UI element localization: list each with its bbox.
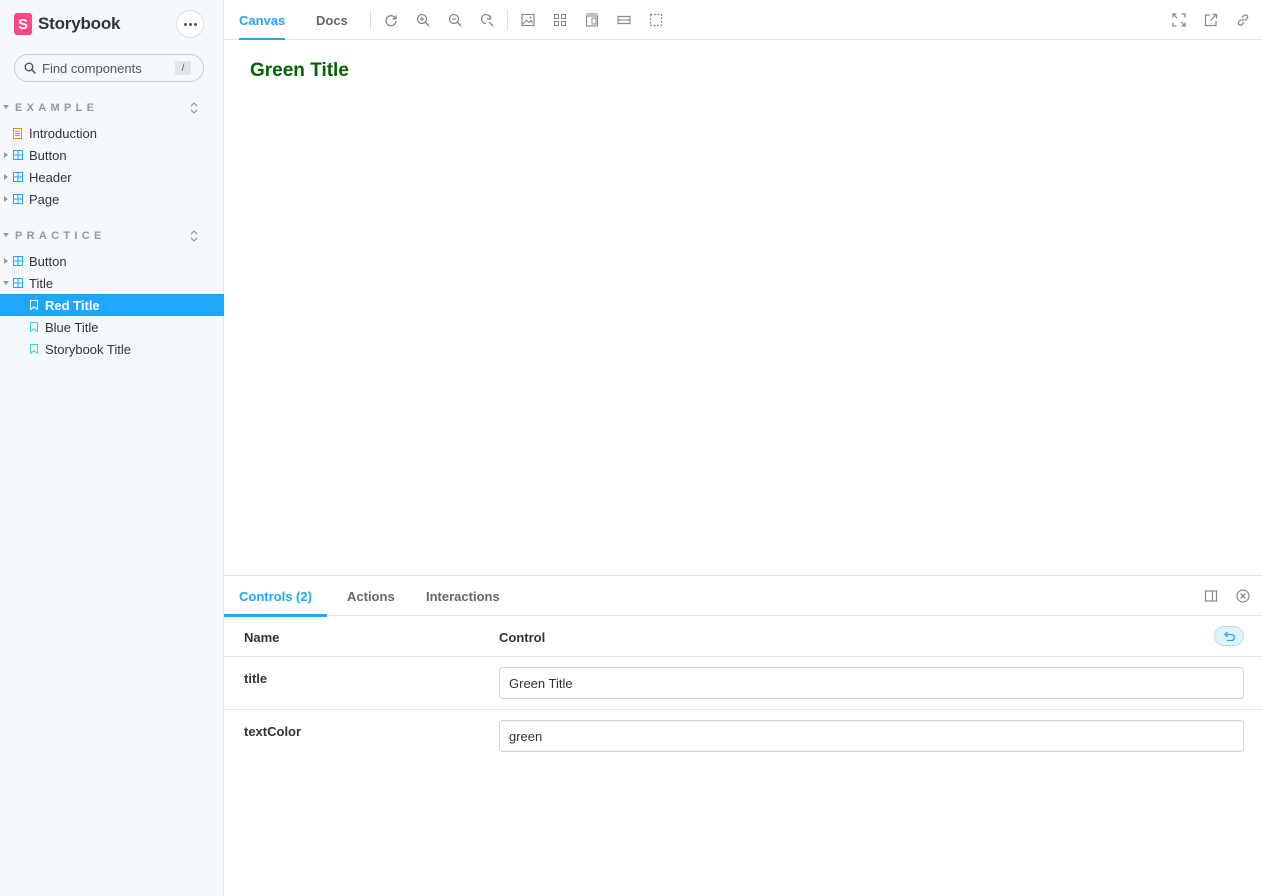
sidebar-item-storybook-title[interactable]: Storybook Title bbox=[0, 338, 224, 360]
viewport-icon[interactable] bbox=[585, 13, 599, 27]
search-box[interactable]: / bbox=[14, 54, 204, 82]
addons-panel: Controls (2) Actions Interactions Name C… bbox=[224, 575, 1262, 896]
outline-icon[interactable] bbox=[649, 13, 663, 27]
sidebar-item-red-title[interactable]: Red Title bbox=[0, 294, 224, 316]
component-icon bbox=[13, 150, 23, 160]
grid-icon[interactable] bbox=[553, 13, 567, 27]
component-icon bbox=[13, 256, 23, 266]
control-row-textcolor: textColor green bbox=[224, 710, 1262, 763]
tab-canvas[interactable]: Canvas bbox=[239, 0, 286, 41]
sidebar-item-header[interactable]: Header bbox=[0, 166, 224, 188]
column-header-control: Control bbox=[499, 630, 546, 645]
bookmark-icon bbox=[30, 300, 38, 310]
sidebar-item-button[interactable]: Button bbox=[0, 144, 224, 166]
sidebar-item-label: Button bbox=[29, 148, 67, 163]
more-menu-button[interactable] bbox=[176, 10, 204, 38]
sidebar-item-label: Title bbox=[29, 276, 54, 291]
search-input[interactable] bbox=[42, 60, 172, 76]
document-icon bbox=[13, 128, 22, 139]
open-new-tab-icon[interactable] bbox=[1204, 13, 1218, 27]
caret-down-icon bbox=[3, 281, 9, 285]
component-icon bbox=[13, 194, 23, 204]
component-icon bbox=[13, 278, 23, 288]
controls-table-header: Name Control bbox=[224, 617, 1262, 657]
canvas-preview: Green Title bbox=[224, 40, 1262, 575]
zoom-out-icon[interactable] bbox=[448, 13, 462, 27]
tab-docs[interactable]: Docs bbox=[316, 0, 348, 40]
copy-link-icon[interactable] bbox=[1236, 13, 1250, 27]
expand-collapse-icon[interactable] bbox=[189, 229, 199, 243]
toolbar-divider bbox=[370, 10, 371, 30]
toolbar: Canvas Docs bbox=[224, 0, 1262, 41]
tab-interactions[interactable]: Interactions bbox=[411, 576, 515, 616]
control-name: title bbox=[244, 671, 268, 686]
sidebar-item-label: Page bbox=[29, 192, 60, 207]
zoom-reset-icon[interactable] bbox=[480, 13, 494, 27]
bookmark-icon bbox=[30, 344, 38, 354]
sidebar-item-blue-title[interactable]: Blue Title bbox=[0, 316, 224, 338]
control-name: textColor bbox=[244, 724, 302, 739]
sidebar-item-label: Blue Title bbox=[45, 320, 99, 335]
undo-icon bbox=[1224, 631, 1236, 641]
sidebar-item-page[interactable]: Page bbox=[0, 188, 224, 210]
search-shortcut-badge: / bbox=[175, 61, 191, 75]
sidebar-item-label: Header bbox=[29, 170, 72, 185]
storybook-logo-icon: S bbox=[14, 13, 32, 35]
caret-down-icon bbox=[3, 233, 9, 237]
sidebar-item-practice-button[interactable]: Button bbox=[0, 250, 224, 272]
addon-tabs: Controls (2) Actions Interactions bbox=[224, 576, 1262, 617]
sidebar: S Storybook / EXAMPLE Introduction Butto… bbox=[0, 0, 224, 896]
sidebar-group-practice[interactable]: PRACTICE bbox=[0, 227, 224, 245]
toolbar-divider bbox=[507, 10, 508, 30]
zoom-in-icon[interactable] bbox=[416, 13, 430, 27]
close-panel-icon[interactable] bbox=[1236, 589, 1250, 603]
ellipsis-icon bbox=[183, 22, 197, 26]
sidebar-item-title[interactable]: Title bbox=[0, 272, 224, 294]
brand-name: Storybook bbox=[38, 14, 121, 33]
reset-controls-button[interactable] bbox=[1214, 626, 1244, 646]
group-label: EXAMPLE bbox=[15, 102, 99, 114]
search-icon bbox=[24, 62, 36, 74]
sidebar-item-label: Button bbox=[29, 254, 67, 269]
reload-icon[interactable] bbox=[384, 13, 398, 27]
caret-right-icon bbox=[4, 174, 8, 180]
column-header-name: Name bbox=[244, 630, 280, 645]
component-icon bbox=[13, 172, 23, 182]
control-row-title: title Green Title bbox=[224, 657, 1262, 710]
fullscreen-icon[interactable] bbox=[1172, 13, 1186, 27]
group-label: PRACTICE bbox=[15, 230, 106, 242]
caret-down-icon bbox=[3, 105, 9, 109]
tab-controls[interactable]: Controls (2) bbox=[224, 576, 327, 617]
sidebar-item-label: Red Title bbox=[45, 298, 100, 313]
sidebar-item-introduction[interactable]: Introduction bbox=[0, 122, 224, 144]
sidebar-group-example[interactable]: EXAMPLE bbox=[0, 99, 224, 117]
tab-actions[interactable]: Actions bbox=[332, 576, 410, 616]
measure-icon[interactable] bbox=[617, 13, 631, 27]
background-image-icon[interactable] bbox=[521, 13, 535, 27]
caret-right-icon bbox=[4, 152, 8, 158]
caret-right-icon bbox=[4, 258, 8, 264]
preview-title: Green Title bbox=[250, 60, 349, 81]
panel-orientation-icon[interactable] bbox=[1204, 589, 1218, 603]
sidebar-item-label: Introduction bbox=[29, 126, 97, 141]
brand[interactable]: S Storybook bbox=[14, 12, 120, 36]
expand-collapse-icon[interactable] bbox=[189, 101, 199, 115]
textcolor-control-input[interactable]: green bbox=[499, 720, 1244, 752]
sidebar-item-label: Storybook Title bbox=[45, 342, 131, 357]
bookmark-icon bbox=[30, 322, 38, 332]
caret-right-icon bbox=[4, 196, 8, 202]
title-control-input[interactable]: Green Title bbox=[499, 667, 1244, 699]
controls-table: Name Control title Green Title textColor… bbox=[224, 617, 1262, 763]
